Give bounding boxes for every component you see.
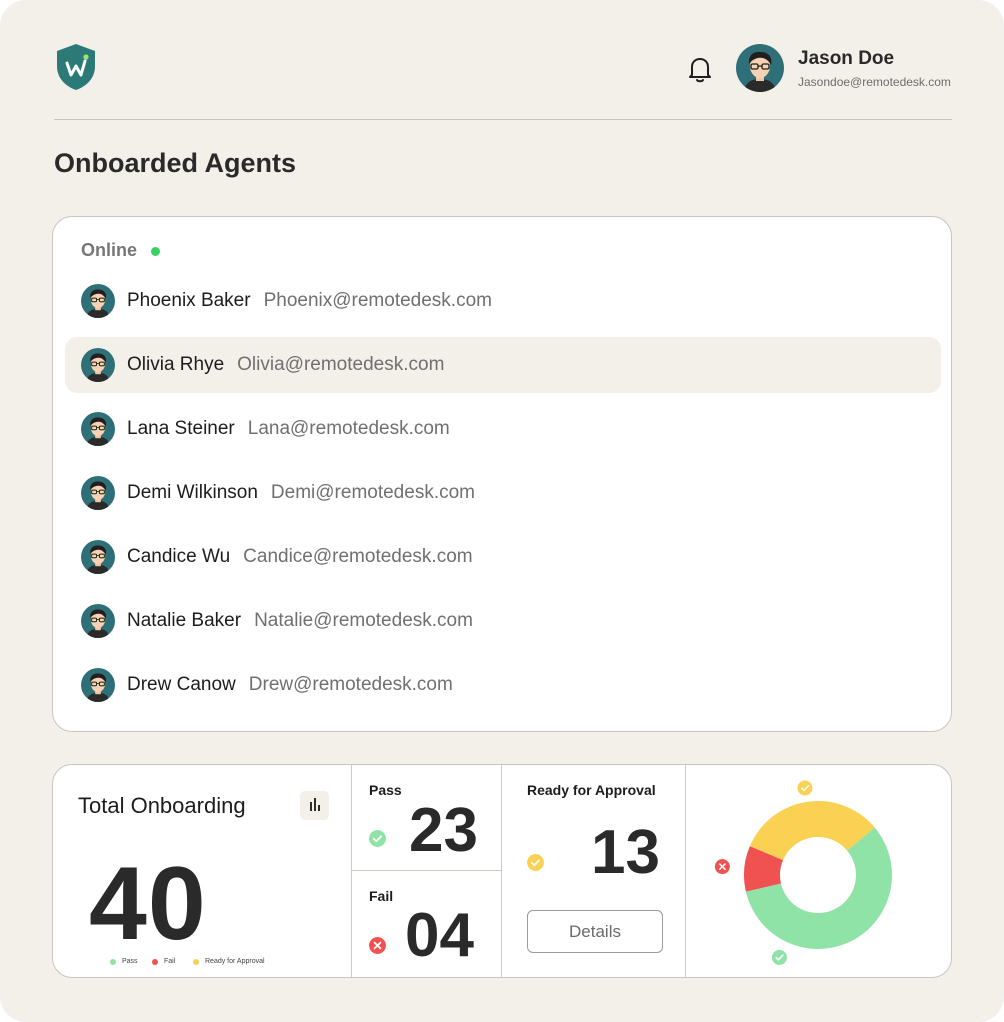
fail-x-icon xyxy=(714,859,730,875)
ready-check-icon xyxy=(797,780,813,796)
agent-name: Candice Wu xyxy=(127,546,231,567)
user-name: Jason Doe xyxy=(798,48,895,69)
online-status-label: Online xyxy=(81,240,138,260)
stats-divider xyxy=(352,870,502,871)
bar-chart-button[interactable] xyxy=(300,791,329,820)
details-button[interactable]: Details xyxy=(527,910,663,953)
agent-email: Demi@remotedesk.com xyxy=(270,482,475,503)
fail-label: Fail xyxy=(369,888,394,904)
stats-divider xyxy=(501,765,502,977)
pass-value: 23 xyxy=(409,796,478,865)
user-email: Jasondoe@remotedesk.com xyxy=(798,75,951,89)
app-frame: Jason Doe Jasondoe@remotedesk.com Onboar… xyxy=(0,0,1004,1022)
agent-name: Phoenix Baker xyxy=(127,290,251,311)
agent-name: Natalie Baker xyxy=(127,610,242,631)
legend-label-fail: Fail xyxy=(164,958,176,965)
online-status-dot xyxy=(151,247,160,256)
agent-email: Candice@remotedesk.com xyxy=(243,546,473,567)
agent-email: Phoenix@remotedesk.com xyxy=(263,290,492,311)
legend-label-pass: Pass xyxy=(122,958,138,965)
page-title: Onboarded Agents xyxy=(54,148,297,178)
total-onboarding-value: 40 xyxy=(89,846,207,962)
agent-email: Lana@remotedesk.com xyxy=(247,418,450,439)
agent-row[interactable]: Candice Wu Candice@remotedesk.com xyxy=(65,529,941,585)
agents-card: Online Phoenix Baker Phoenix@remotedesk.c… xyxy=(52,216,952,732)
legend-item-pass: Pass xyxy=(110,958,138,965)
agent-name: Demi Wilkinson xyxy=(127,482,258,503)
agent-row[interactable]: Lana Steiner Lana@remotedesk.com xyxy=(65,401,941,457)
bar-chart-icon xyxy=(313,798,316,811)
check-circle-icon xyxy=(527,854,544,871)
bar-chart-icon xyxy=(317,805,320,811)
agent-name: Lana Steiner xyxy=(127,418,235,439)
fail-value: 04 xyxy=(405,901,474,970)
agent-avatar xyxy=(81,540,115,574)
ready-for-approval-value: 13 xyxy=(591,818,660,887)
header-divider xyxy=(54,119,952,120)
legend-label-ready: Ready for Approval xyxy=(205,958,265,965)
agent-avatar xyxy=(81,604,115,638)
pass-check-icon xyxy=(771,949,787,965)
agent-email: Drew@remotedesk.com xyxy=(248,674,453,695)
bell-icon[interactable] xyxy=(686,54,714,84)
stats-divider xyxy=(685,765,686,977)
shield-logo-icon[interactable] xyxy=(54,42,98,92)
agent-email: Natalie@remotedesk.com xyxy=(254,610,473,631)
onboarding-donut-chart xyxy=(714,780,892,965)
agent-avatar xyxy=(81,348,115,382)
agent-avatar xyxy=(81,284,115,318)
check-circle-icon xyxy=(369,830,386,847)
ready-for-approval-label: Ready for Approval xyxy=(527,782,656,798)
agent-row[interactable]: Natalie Baker Natalie@remotedesk.com xyxy=(65,593,941,649)
agent-email: Olivia@remotedesk.com xyxy=(237,354,445,375)
agent-avatar xyxy=(81,476,115,510)
stats-divider xyxy=(351,765,352,977)
legend-item-fail: Fail xyxy=(152,958,175,965)
user-avatar[interactable] xyxy=(736,44,784,92)
agent-avatar xyxy=(81,412,115,446)
agent-avatar xyxy=(81,668,115,702)
x-circle-icon xyxy=(369,937,386,954)
agent-row[interactable]: Olivia Rhye Olivia@remotedesk.com xyxy=(65,337,941,393)
pass-label: Pass xyxy=(369,782,402,798)
total-onboarding-title: Total Onboarding xyxy=(78,793,246,818)
onboarding-stats-card: Total Onboarding 40 Pass 23 Fail 04 Read… xyxy=(52,764,952,978)
agent-row[interactable]: Drew Canow Drew@remotedesk.com xyxy=(65,657,941,713)
agent-name: Olivia Rhye xyxy=(127,354,225,375)
agent-row[interactable]: Phoenix Baker Phoenix@remotedesk.com xyxy=(65,273,941,329)
bar-chart-icon xyxy=(309,802,312,811)
agent-name: Drew Canow xyxy=(127,674,236,695)
legend-item-ready: Ready for Approval xyxy=(193,958,265,965)
agent-row[interactable]: Demi Wilkinson Demi@remotedesk.com xyxy=(65,465,941,521)
